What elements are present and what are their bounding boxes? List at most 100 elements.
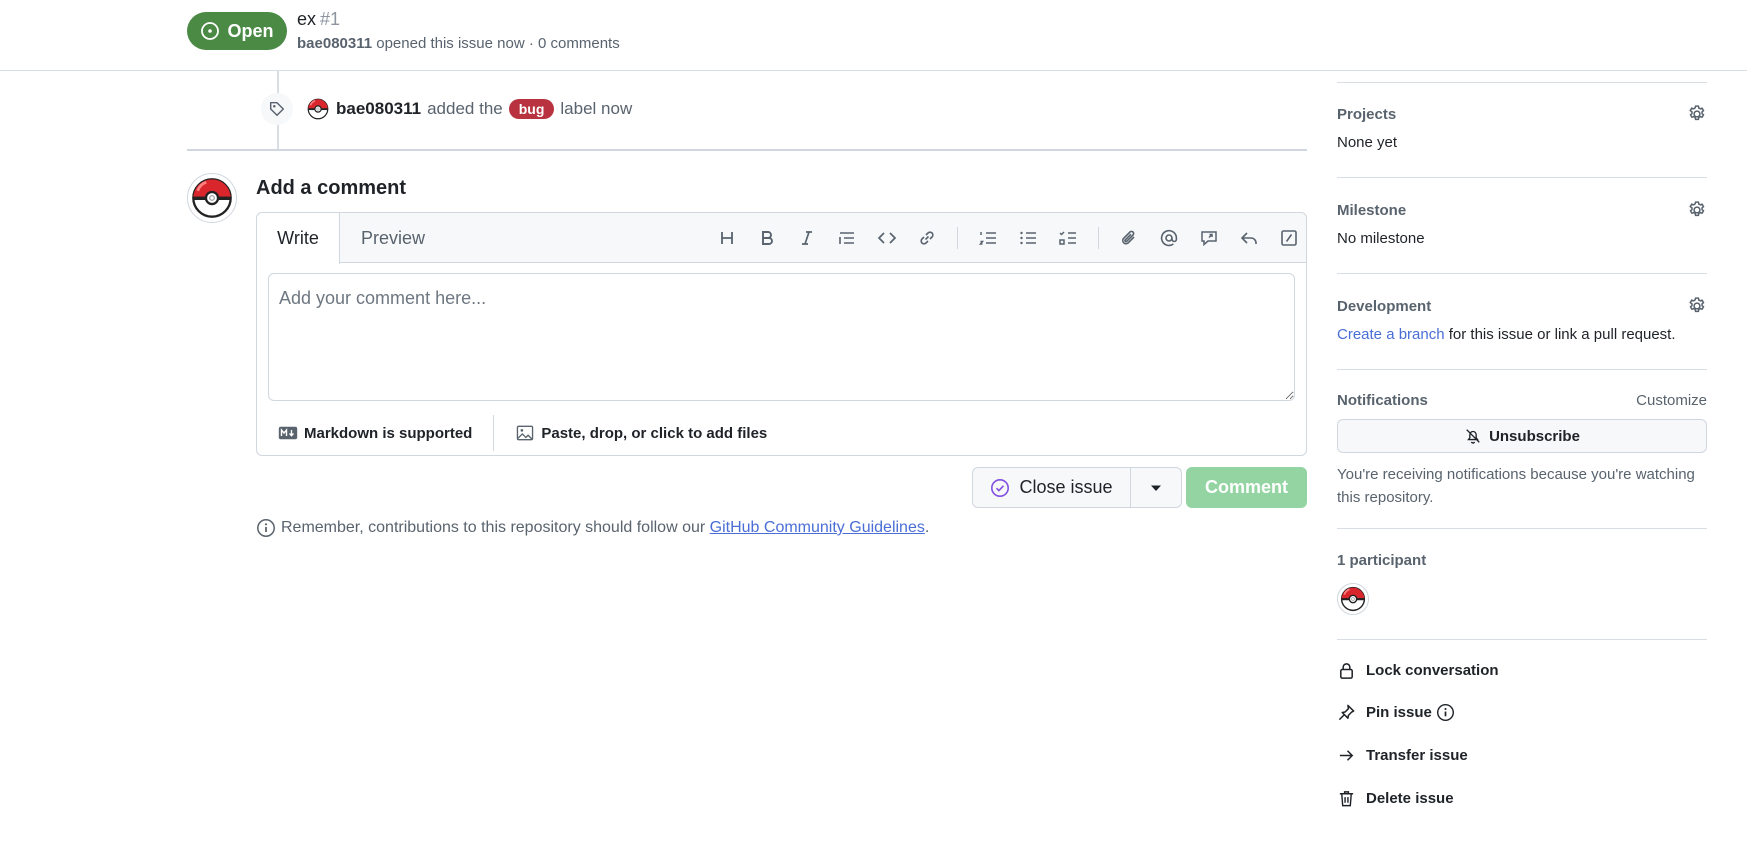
close-issue-group: Close issue xyxy=(972,467,1182,508)
close-issue-dropdown-button[interactable] xyxy=(1131,467,1182,508)
sidebar-divider xyxy=(1337,177,1707,178)
lock-conversation-label: Lock conversation xyxy=(1366,662,1499,679)
projects-value: None yet xyxy=(1337,134,1398,151)
gear-icon[interactable] xyxy=(1687,104,1707,124)
link-icon[interactable] xyxy=(907,222,947,254)
sticky-issue-header: Open ex #1 bae080311 opened this issue no… xyxy=(0,0,1747,71)
close-issue-label: Close issue xyxy=(1019,477,1113,497)
unordered-list-icon[interactable] xyxy=(1008,222,1048,254)
label-event: bae080311 added the bug label now xyxy=(261,93,632,125)
participant-avatar[interactable] xyxy=(1337,583,1369,615)
info-icon[interactable] xyxy=(1436,703,1455,722)
actor-avatar[interactable] xyxy=(306,97,330,121)
sidebar-milestone: Milestone No milestone xyxy=(1337,200,1707,247)
development-heading: Development xyxy=(1337,296,1707,316)
event-description: bae080311 added the bug label now xyxy=(336,99,632,119)
composer-tabs: Write Preview xyxy=(257,213,1309,264)
lock-icon xyxy=(1340,663,1353,679)
markdown-icon xyxy=(278,426,298,440)
task-list-icon[interactable] xyxy=(1048,222,1088,254)
sidebar-divider xyxy=(1337,528,1707,529)
create-branch-link[interactable]: Create a branch xyxy=(1337,326,1445,343)
guidelines-text: Remember, contributions to this reposito… xyxy=(281,519,929,537)
markdown-supported-text: Markdown is supported xyxy=(304,424,473,442)
sidebar-divider xyxy=(1337,639,1707,640)
toolbar-divider xyxy=(957,227,958,249)
arrow-right-icon xyxy=(1339,750,1354,761)
italic-icon[interactable] xyxy=(787,222,827,254)
issue-author-link[interactable]: bae080311 xyxy=(297,35,372,52)
participants-heading: 1 participant xyxy=(1337,552,1707,569)
customize-notifications-link[interactable]: Customize xyxy=(1636,392,1707,409)
tab-write[interactable]: Write xyxy=(257,213,340,264)
pokeball-avatar-icon xyxy=(1339,585,1367,613)
sidebar-divider xyxy=(1337,82,1707,83)
delete-issue-label: Delete issue xyxy=(1366,790,1454,807)
comment-textarea[interactable] xyxy=(268,273,1295,401)
issue-meta: bae080311 opened this issue now · 0 comm… xyxy=(297,35,620,52)
sidebar-participants: 1 participant xyxy=(1337,552,1707,615)
check-circle-icon xyxy=(991,478,1010,497)
attach-icon[interactable] xyxy=(1109,222,1149,254)
issue-title-text: ex xyxy=(297,9,317,29)
mention-icon[interactable] xyxy=(1149,222,1189,254)
participants-heading-text: 1 participant xyxy=(1337,552,1427,569)
markdown-supported-link[interactable]: Markdown is supported xyxy=(257,425,472,442)
current-user-avatar[interactable] xyxy=(187,173,237,223)
sidebar-divider xyxy=(1337,369,1707,370)
milestone-heading-text: Milestone xyxy=(1337,201,1407,219)
pin-icon xyxy=(1338,704,1355,721)
milestone-heading: Milestone xyxy=(1337,200,1707,220)
projects-heading-text: Projects xyxy=(1337,105,1397,123)
transfer-issue-label: Transfer issue xyxy=(1366,747,1468,764)
issue-state-label: Open xyxy=(227,20,274,41)
close-issue-button[interactable]: Close issue xyxy=(972,467,1131,508)
pin-issue-label: Pin issue xyxy=(1366,704,1432,721)
pin-issue-button[interactable]: Pin issue xyxy=(1337,703,1455,722)
gear-icon[interactable] xyxy=(1687,296,1707,316)
event-text-pre: added the xyxy=(427,99,503,118)
delete-issue-button[interactable]: Delete issue xyxy=(1337,789,1454,808)
community-guidelines-link[interactable]: GitHub Community Guidelines xyxy=(710,519,925,536)
info-icon xyxy=(257,519,275,537)
ordered-list-icon[interactable] xyxy=(968,222,1008,254)
reply-icon[interactable] xyxy=(1229,222,1269,254)
tab-preview[interactable]: Preview xyxy=(361,213,425,263)
development-heading-text: Development xyxy=(1337,297,1432,315)
notifications-heading: Notifications Customize xyxy=(1337,392,1707,409)
code-icon[interactable] xyxy=(867,222,907,254)
guidelines-post-text: . xyxy=(924,519,930,536)
sidebar-projects: Projects None yet xyxy=(1337,104,1707,151)
event-actor-link[interactable]: bae080311 xyxy=(336,99,421,119)
lock-conversation-button[interactable]: Lock conversation xyxy=(1337,661,1499,680)
guidelines-pre-text: Remember, contributions to this reposito… xyxy=(281,519,706,536)
toolbar-divider xyxy=(1098,227,1099,249)
image-icon xyxy=(517,425,534,441)
add-files-button[interactable]: Paste, drop, or click to add files xyxy=(494,425,767,442)
comment-button[interactable]: Comment xyxy=(1186,467,1307,508)
tag-icon xyxy=(261,93,293,125)
bold-icon[interactable] xyxy=(747,222,787,254)
sidebar-divider xyxy=(1337,273,1707,274)
notifications-note: You're receiving notifications because y… xyxy=(1337,466,1695,506)
issue-opened-icon xyxy=(201,22,220,40)
unsubscribe-label: Unsubscribe xyxy=(1489,427,1580,445)
issue-meta-text: opened this issue now · 0 comments xyxy=(372,35,620,52)
transfer-issue-button[interactable]: Transfer issue xyxy=(1337,746,1468,765)
event-text-post: label now xyxy=(560,99,633,118)
slash-command-icon[interactable] xyxy=(1269,222,1309,254)
sidebar-notifications: Notifications Customize Unsubscribe You'… xyxy=(1337,392,1707,509)
add-comment-heading: Add a comment xyxy=(256,177,407,199)
pokeball-avatar-icon xyxy=(189,175,235,221)
issue-title: ex #1 xyxy=(297,9,340,30)
bug-label[interactable]: bug xyxy=(508,99,555,119)
reference-icon[interactable] xyxy=(1189,222,1229,254)
development-rest-text: for this issue or link a pull request. xyxy=(1444,326,1676,343)
unsubscribe-button[interactable]: Unsubscribe xyxy=(1337,419,1707,453)
timeline-end-rule xyxy=(187,149,1307,151)
gear-icon[interactable] xyxy=(1687,200,1707,220)
sidebar-development: Development Create a branch for this iss… xyxy=(1337,296,1707,343)
quote-icon[interactable] xyxy=(827,222,867,254)
community-guidelines-note: Remember, contributions to this reposito… xyxy=(256,518,929,538)
heading-icon[interactable] xyxy=(707,222,747,254)
